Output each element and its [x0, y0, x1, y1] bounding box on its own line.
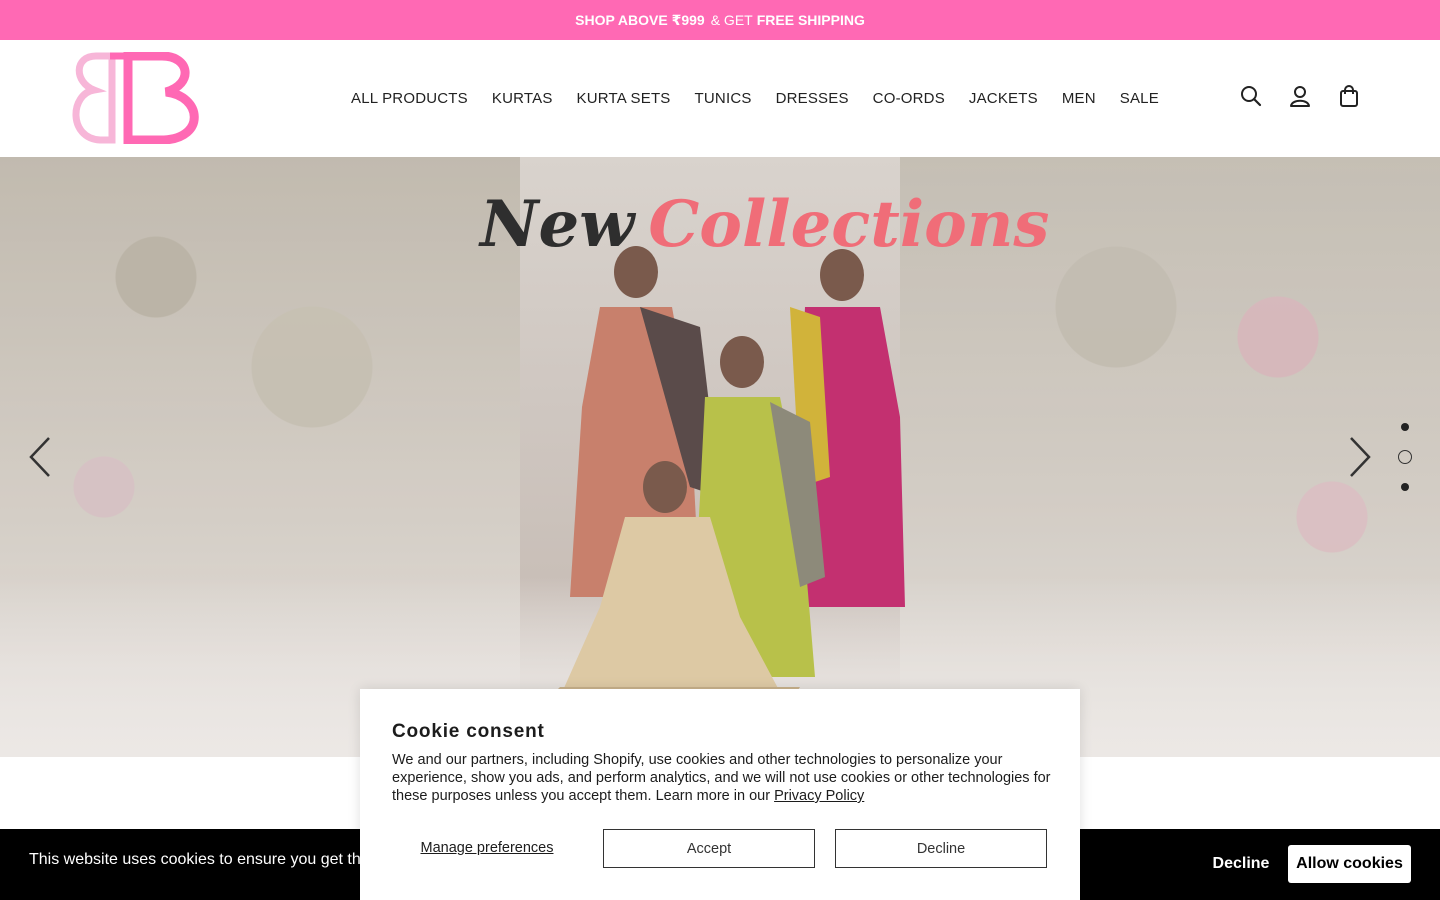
nav-tunics[interactable]: TUNICS [695, 90, 752, 107]
cookie-bar-decline-button[interactable]: Decline [1198, 845, 1284, 883]
nav-kurtas[interactable]: KURTAS [492, 90, 553, 107]
slider-dot-1[interactable] [1401, 423, 1409, 431]
nav-dresses[interactable]: DRESSES [776, 90, 849, 107]
nav-jackets[interactable]: JACKETS [969, 90, 1038, 107]
bag-icon[interactable] [1338, 85, 1360, 107]
slider-prev-arrow-icon[interactable] [27, 435, 53, 479]
site-header: ALL PRODUCTS KURTAS KURTA SETS TUNICS DR… [0, 40, 1440, 157]
announcement-shipping: FREE SHIPPING [756, 12, 865, 28]
consent-body-text: We and our partners, including Shopify, … [392, 752, 1051, 804]
headline-new: New [480, 187, 635, 262]
consent-title: Cookie consent [392, 721, 545, 742]
nav-men[interactable]: MEN [1062, 90, 1096, 107]
nav-kurta-sets[interactable]: KURTA SETS [577, 90, 671, 107]
manage-preferences-link[interactable]: Manage preferences [392, 829, 582, 867]
consent-accept-button[interactable]: Accept [603, 829, 815, 868]
consent-body: We and our partners, including Shopify, … [392, 751, 1052, 805]
privacy-policy-link[interactable]: Privacy Policy [774, 788, 864, 804]
nav-co-ords[interactable]: CO-ORDS [873, 90, 945, 107]
cookie-bar-message: This website uses cookies to ensure you … [29, 851, 370, 868]
announcement-offer: SHOP ABOVE ₹999 [575, 11, 705, 28]
account-icon[interactable] [1289, 85, 1311, 107]
headline-collections: Collections [648, 187, 1050, 262]
announcement-bar: SHOP ABOVE ₹999 & GET FREE SHIPPING [0, 0, 1440, 40]
consent-decline-button[interactable]: Decline [835, 829, 1047, 868]
nav-sale[interactable]: SALE [1120, 90, 1159, 107]
slider-dot-3[interactable] [1401, 483, 1409, 491]
allow-cookies-button[interactable]: Allow cookies [1288, 845, 1411, 883]
slider-next-arrow-icon[interactable] [1347, 435, 1373, 479]
slider-dot-2[interactable] [1398, 450, 1412, 464]
hero-headline: New Collections [480, 187, 1049, 277]
cookie-consent-dialog: Cookie consent We and our partners, incl… [360, 689, 1080, 900]
main-nav: ALL PRODUCTS KURTAS KURTA SETS TUNICS DR… [351, 40, 1159, 157]
brand-logo[interactable] [66, 51, 206, 145]
search-icon[interactable] [1240, 85, 1262, 107]
announcement-connector: & GET [710, 12, 753, 28]
slider-dots [1397, 419, 1413, 493]
hero-banner[interactable]: New Collections [0, 157, 1440, 757]
header-icons [1240, 85, 1360, 107]
nav-all-products[interactable]: ALL PRODUCTS [351, 90, 468, 107]
